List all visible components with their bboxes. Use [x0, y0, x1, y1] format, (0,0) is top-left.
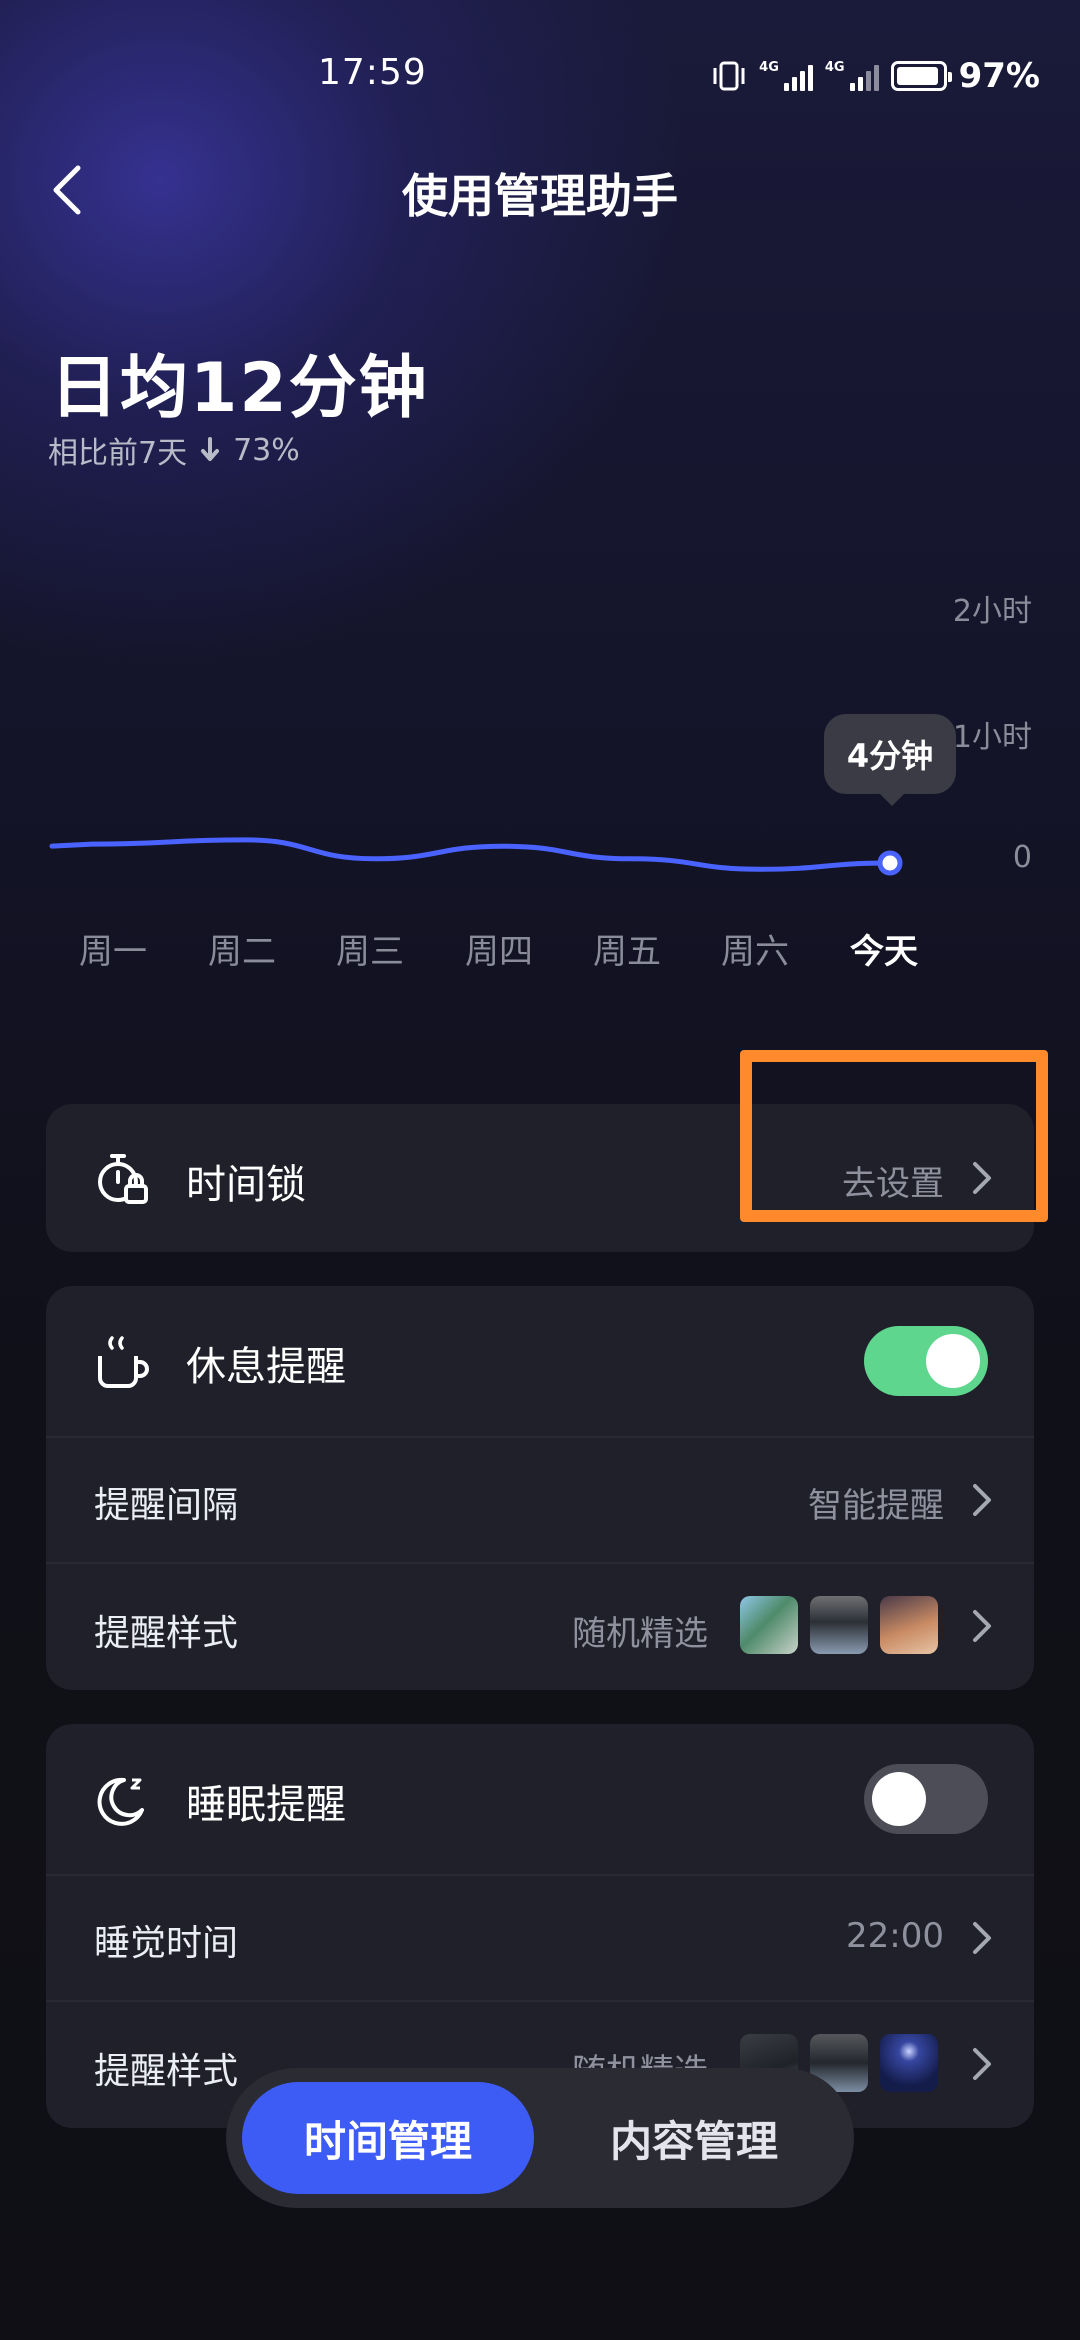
x-label-today[interactable]: 今天 — [819, 924, 949, 973]
sleep-reminder-toggle[interactable] — [864, 1764, 988, 1834]
daily-average: 日均12分钟 — [50, 349, 429, 428]
rest-reminder-title: 休息提醒 — [186, 1344, 346, 1390]
series-line — [49, 837, 893, 872]
status-time: 17:59 — [318, 52, 427, 93]
chevron-right-icon — [973, 2048, 991, 2080]
chevron-right-icon — [973, 1610, 991, 1642]
x-label-mon[interactable]: 周一 — [48, 924, 178, 973]
chevron-right-icon — [973, 1922, 991, 1954]
battery-percent: 97% — [958, 56, 1040, 96]
time-lock-title: 时间锁 — [186, 1162, 306, 1208]
reminder-style-row[interactable]: 提醒样式 随机精选 — [46, 1562, 1034, 1690]
compare-value: 73% — [233, 432, 300, 468]
vibrate-icon — [713, 61, 745, 91]
today-point[interactable] — [877, 850, 903, 876]
style-value: 随机精选 — [572, 1614, 708, 1654]
thumbnail-image — [740, 1596, 798, 1654]
style-thumbnails — [740, 1596, 938, 1654]
x-axis-labels: 周一 周二 周三 周四 周五 周六 今天 — [48, 924, 968, 974]
network-type-1: 4G — [759, 60, 779, 75]
timer-lock-icon — [98, 1154, 148, 1204]
sleep-reminder-title: 睡眠提醒 — [186, 1782, 346, 1828]
moon-icon — [97, 1777, 144, 1826]
bedtime-label: 睡觉时间 — [94, 1923, 239, 1964]
x-label-wed[interactable]: 周三 — [305, 924, 435, 973]
rest-reminder-card: 休息提醒 提醒间隔 智能提醒 提醒样式 随机精选 — [46, 1286, 1034, 1690]
compare-label: 相比前7天 — [48, 436, 188, 471]
x-label-thu[interactable]: 周四 — [434, 924, 564, 973]
reminder-interval-row[interactable]: 提醒间隔 智能提醒 — [46, 1436, 1034, 1562]
battery-icon — [890, 61, 952, 91]
tab-time-management[interactable]: 时间管理 — [242, 2082, 534, 2194]
coffee-cup-icon — [98, 1336, 149, 1388]
tab-content-management[interactable]: 内容管理 — [546, 2082, 842, 2194]
bedtime-value: 22:00 — [846, 1916, 944, 1956]
chevron-right-icon — [973, 1484, 991, 1516]
toggle-knob — [872, 1772, 926, 1826]
x-label-tue[interactable]: 周二 — [177, 924, 307, 973]
x-label-fri[interactable]: 周五 — [562, 924, 692, 973]
arrow-down-icon — [201, 437, 220, 461]
rest-reminder-toggle[interactable] — [864, 1326, 988, 1396]
signal-icon-1: 4G — [759, 61, 813, 91]
chart-tooltip: 4分钟 — [824, 714, 956, 806]
bedtime-row[interactable]: 睡觉时间 22:00 — [46, 1874, 1034, 2000]
comparison: 相比前7天 73% — [48, 428, 300, 472]
thumbnail-image — [880, 2034, 938, 2092]
page-title: 使用管理助手 — [402, 169, 678, 223]
interval-value: 智能提醒 — [808, 1486, 944, 1526]
status-icons: 4G 4G 97% — [711, 56, 1040, 96]
thumbnail-image — [880, 1596, 938, 1654]
x-label-sat[interactable]: 周六 — [690, 924, 820, 973]
sleep-style-label: 提醒样式 — [94, 2051, 239, 2092]
thumbnail-image — [810, 1596, 868, 1654]
bottom-tab-bar: 时间管理 内容管理 — [226, 2068, 854, 2208]
interval-label: 提醒间隔 — [94, 1485, 239, 1526]
toggle-knob — [926, 1334, 980, 1388]
signal-icon-2: 4G — [825, 61, 879, 91]
highlight-box — [740, 1050, 1048, 1222]
network-type-2: 4G — [824, 60, 845, 75]
style-label: 提醒样式 — [94, 1613, 239, 1654]
